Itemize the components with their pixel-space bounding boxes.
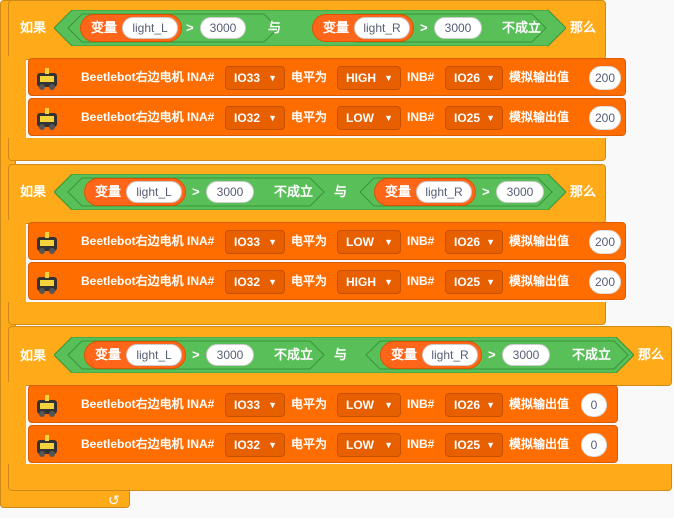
variable-name-left-1[interactable]: light_L — [122, 17, 178, 39]
not-holds-label: 不成立 — [572, 347, 612, 362]
motor-name-label: Beetlebot右边电机 INA# — [81, 274, 215, 288]
inb-dropdown[interactable]: IO25 ▼ — [445, 106, 503, 130]
inb-label: INB# — [407, 70, 435, 84]
inb-dropdown[interactable]: IO25 ▼ — [445, 433, 503, 457]
output-value[interactable]: 0 — [581, 433, 607, 457]
threshold-left-3[interactable]: 3000 — [206, 344, 254, 366]
if-block-2-bottom — [8, 302, 606, 325]
threshold-left-1[interactable]: 3000 — [200, 17, 246, 39]
level-dropdown[interactable]: LOW ▼ — [337, 230, 401, 254]
motor-name-label: Beetlebot右边电机 INA# — [81, 397, 215, 411]
if-block-2-arm — [8, 220, 26, 304]
if-label: 如果 — [20, 20, 47, 35]
output-value[interactable]: 200 — [589, 66, 621, 90]
threshold-right-3[interactable]: 3000 — [502, 344, 550, 366]
not-holds-label: 不成立 — [274, 347, 314, 362]
not-holds-label: 不成立 — [502, 20, 542, 35]
if-block-3-arm — [8, 382, 26, 466]
not-holds-label: 不成立 — [274, 184, 314, 199]
inb-dropdown[interactable]: IO26 ▼ — [445, 230, 503, 254]
output-label: 模拟输出值 — [509, 274, 570, 288]
ina-dropdown[interactable]: IO32 ▼ — [225, 433, 285, 457]
inb-label: INB# — [407, 397, 435, 411]
output-value[interactable]: 0 — [581, 393, 607, 417]
robot-icon — [37, 108, 57, 130]
loop-arrow-icon: ↺ — [108, 492, 120, 508]
variable-name-left-3[interactable]: light_L — [126, 344, 182, 366]
variable-name-right-1[interactable]: light_R — [354, 17, 410, 39]
level-label: 电平为 — [291, 437, 328, 451]
gt-operator: > — [192, 184, 200, 199]
ina-dropdown[interactable]: IO33 ▼ — [225, 393, 285, 417]
robot-icon — [37, 435, 57, 457]
variable-name-left-2[interactable]: light_L — [126, 181, 182, 203]
robot-icon — [37, 395, 57, 417]
and-label: 与 — [268, 20, 282, 35]
robot-icon — [37, 68, 57, 90]
level-label: 电平为 — [291, 234, 328, 248]
then-label: 那么 — [638, 347, 665, 362]
level-label: 电平为 — [291, 70, 328, 84]
variable-name-right-2[interactable]: light_R — [416, 181, 472, 203]
motor-block[interactable]: Beetlebot右边电机 INA# IO33 ▼ 电平为 HIGH ▼ INB# … — [28, 58, 626, 96]
output-value[interactable]: 200 — [589, 230, 621, 254]
motor-name-label: Beetlebot右边电机 INA# — [81, 70, 215, 84]
robot-icon — [37, 232, 57, 254]
gt-operator: > — [482, 184, 490, 199]
inb-label: INB# — [407, 437, 435, 451]
threshold-right-2[interactable]: 3000 — [496, 181, 544, 203]
gt-operator: > — [488, 347, 496, 362]
ina-dropdown[interactable]: IO32 ▼ — [225, 106, 285, 130]
if-block-1-arm — [8, 56, 26, 140]
level-dropdown[interactable]: HIGH ▼ — [337, 270, 401, 294]
ina-dropdown[interactable]: IO33 ▼ — [225, 66, 285, 90]
and-label: 与 — [334, 347, 348, 362]
level-label: 电平为 — [291, 274, 328, 288]
threshold-right-1[interactable]: 3000 — [434, 17, 482, 39]
motor-block[interactable]: Beetlebot右边电机 INA# IO32 ▼ 电平为 HIGH ▼ INB# … — [28, 262, 626, 300]
inb-label: INB# — [407, 110, 435, 124]
level-label: 电平为 — [291, 397, 328, 411]
level-dropdown[interactable]: LOW ▼ — [337, 393, 401, 417]
if-label: 如果 — [20, 348, 47, 363]
level-dropdown[interactable]: HIGH ▼ — [337, 66, 401, 90]
threshold-left-2[interactable]: 3000 — [206, 181, 254, 203]
output-label: 模拟输出值 — [509, 437, 570, 451]
motor-block[interactable]: Beetlebot右边电机 INA# IO33 ▼ 电平为 LOW ▼ INB# I… — [28, 222, 626, 260]
motor-block[interactable]: Beetlebot右边电机 INA# IO33 ▼ 电平为 LOW ▼ INB# I… — [28, 385, 618, 423]
motor-name-label: Beetlebot右边电机 INA# — [81, 234, 215, 248]
robot-icon — [37, 272, 57, 294]
then-label: 那么 — [570, 20, 597, 35]
gt-operator: > — [186, 20, 194, 35]
inb-dropdown[interactable]: IO25 ▼ — [445, 270, 503, 294]
output-label: 模拟输出值 — [509, 110, 570, 124]
output-value[interactable]: 200 — [589, 270, 621, 294]
level-label: 电平为 — [291, 110, 328, 124]
inb-dropdown[interactable]: IO26 ▼ — [445, 66, 503, 90]
inb-label: INB# — [407, 274, 435, 288]
gt-operator: > — [420, 20, 428, 35]
output-label: 模拟输出值 — [509, 397, 570, 411]
if-label: 如果 — [20, 184, 47, 199]
output-value[interactable]: 200 — [589, 106, 621, 130]
and-label: 与 — [334, 184, 348, 199]
level-dropdown[interactable]: LOW ▼ — [337, 106, 401, 130]
output-label: 模拟输出值 — [509, 70, 570, 84]
gt-operator: > — [192, 347, 200, 362]
motor-name-label: Beetlebot右边电机 INA# — [81, 110, 215, 124]
motor-block[interactable]: Beetlebot右边电机 INA# IO32 ▼ 电平为 LOW ▼ INB# I… — [28, 98, 626, 136]
if-block-3-bottom — [8, 464, 672, 491]
inb-label: INB# — [407, 234, 435, 248]
output-label: 模拟输出值 — [509, 234, 570, 248]
if-block-1-bottom — [8, 138, 606, 161]
variable-name-right-3[interactable]: light_R — [422, 344, 478, 366]
ina-dropdown[interactable]: IO32 ▼ — [225, 270, 285, 294]
then-label: 那么 — [570, 184, 597, 199]
motor-block[interactable]: Beetlebot右边电机 INA# IO32 ▼ 电平为 LOW ▼ INB# I… — [28, 425, 618, 463]
ina-dropdown[interactable]: IO33 ▼ — [225, 230, 285, 254]
motor-name-label: Beetlebot右边电机 INA# — [81, 437, 215, 451]
level-dropdown[interactable]: LOW ▼ — [337, 433, 401, 457]
inb-dropdown[interactable]: IO26 ▼ — [445, 393, 503, 417]
